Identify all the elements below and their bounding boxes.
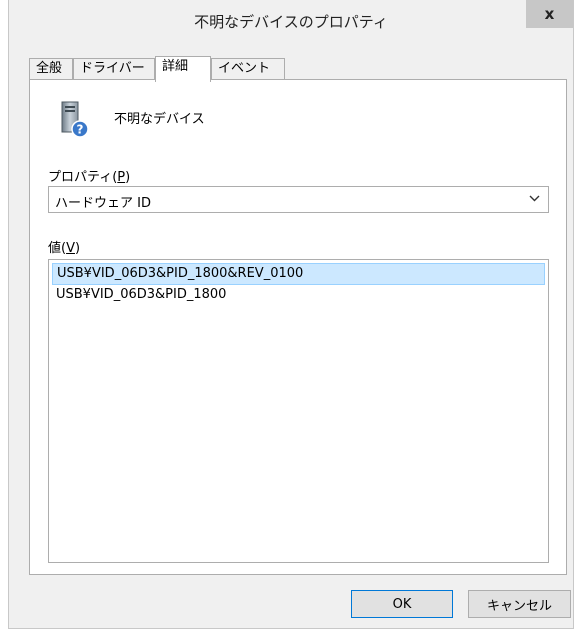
value-label: 値(V) — [48, 241, 81, 256]
tab-events[interactable]: イベント — [211, 58, 285, 80]
unknown-device-icon: ? — [56, 100, 92, 140]
tab-details[interactable]: 詳細 — [155, 56, 211, 82]
tab-general[interactable]: 全般 — [29, 58, 73, 80]
list-item[interactable]: USB¥VID_06D3&PID_1800 — [52, 285, 545, 307]
window-title: 不明なデバイスのプロパティ — [194, 13, 388, 31]
list-item[interactable]: USB¥VID_06D3&PID_1800&REV_0100 — [52, 263, 545, 285]
ok-button[interactable]: OK — [351, 590, 453, 618]
device-name: 不明なデバイス — [114, 112, 205, 127]
property-label: プロパティ(P) — [48, 170, 131, 185]
property-dropdown-value: ハードウェア ID — [55, 196, 151, 211]
value-listbox[interactable]: USB¥VID_06D3&PID_1800&REV_0100 USB¥VID_0… — [48, 259, 549, 563]
close-button[interactable]: x — [526, 0, 573, 28]
cancel-button[interactable]: キャンセル — [468, 590, 571, 618]
title-bar[interactable]: 不明なデバイスのプロパティ x — [9, 0, 573, 40]
chevron-down-icon — [529, 191, 540, 208]
svg-text:?: ? — [77, 123, 84, 137]
details-panel: ? 不明なデバイス プロパティ(P) ハードウェア ID 値(V) USB¥VI… — [29, 79, 567, 575]
properties-dialog: 不明なデバイスのプロパティ x 全般 ドライバー 詳細 イベント ? 不明なデバ… — [8, 0, 574, 629]
tab-driver[interactable]: ドライバー — [73, 58, 155, 80]
property-dropdown[interactable]: ハードウェア ID — [48, 186, 549, 213]
